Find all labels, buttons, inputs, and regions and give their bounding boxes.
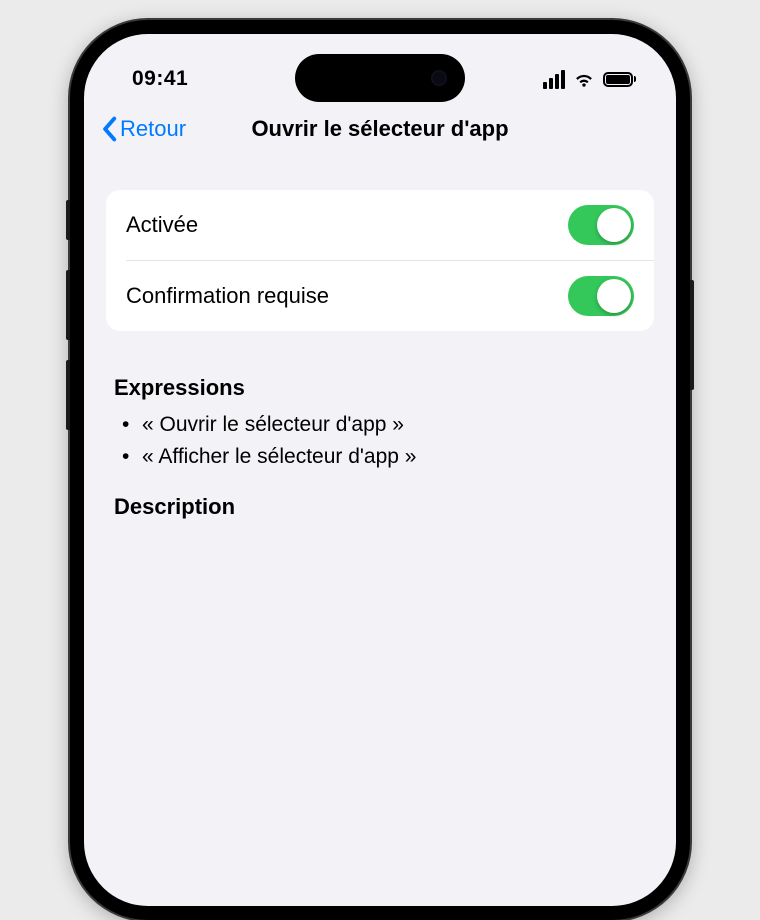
page-title: Ouvrir le sélecteur d'app — [251, 116, 508, 142]
content-area: Activée Confirmation requise Expressions… — [84, 190, 676, 520]
enabled-row: Activée — [106, 190, 654, 260]
power-button — [690, 280, 694, 390]
toggle-group: Activée Confirmation requise — [106, 190, 654, 331]
navigation-bar: Retour Ouvrir le sélecteur d'app — [84, 104, 676, 156]
status-time: 09:41 — [132, 67, 188, 91]
description-heading: Description — [106, 494, 654, 520]
volume-down-button — [66, 360, 70, 430]
dynamic-island — [295, 54, 465, 102]
expressions-heading: Expressions — [106, 375, 654, 401]
confirmation-label: Confirmation requise — [126, 283, 329, 309]
chevron-left-icon — [100, 116, 118, 142]
enabled-label: Activée — [126, 212, 198, 238]
expression-item: « Ouvrir le sélecteur d'app » — [142, 409, 654, 441]
screen: 09:41 Retour Ouvrir — [84, 34, 676, 906]
status-indicators — [543, 68, 636, 90]
front-camera — [431, 70, 447, 86]
back-button[interactable]: Retour — [100, 116, 186, 142]
confirmation-row: Confirmation requise — [106, 261, 654, 331]
toggle-knob — [597, 208, 631, 242]
phone-frame: 09:41 Retour Ouvrir — [70, 20, 690, 920]
enabled-toggle[interactable] — [568, 205, 634, 245]
expressions-list: « Ouvrir le sélecteur d'app » « Afficher… — [106, 401, 654, 472]
volume-up-button — [66, 270, 70, 340]
expression-item: « Afficher le sélecteur d'app » — [142, 441, 654, 473]
confirmation-toggle[interactable] — [568, 276, 634, 316]
cellular-signal-icon — [543, 70, 565, 89]
toggle-knob — [597, 279, 631, 313]
silent-switch — [66, 200, 70, 240]
back-label: Retour — [120, 116, 186, 142]
battery-icon — [603, 72, 636, 87]
wifi-icon — [573, 68, 595, 90]
